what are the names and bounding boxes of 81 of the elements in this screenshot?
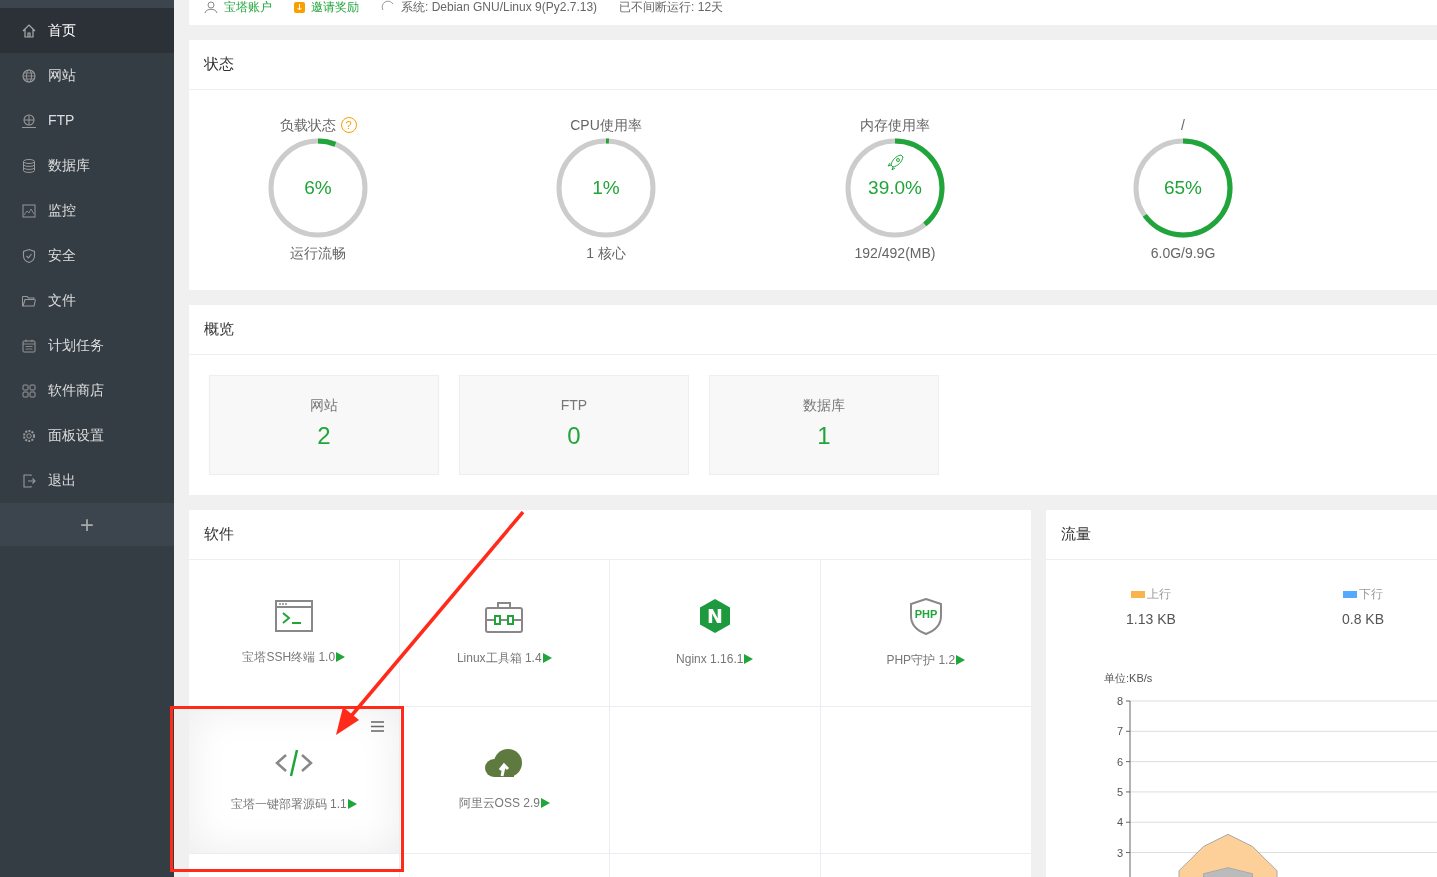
card-title: 状态	[204, 54, 234, 75]
legend-label: 下行	[1359, 586, 1383, 603]
code-icon	[273, 747, 314, 779]
play-icon	[336, 652, 346, 662]
sidebar-item[interactable]: 计划任务	[0, 323, 174, 368]
uptime-text: 已不间断运行: 12天	[619, 0, 724, 14]
sidebar-item[interactable]: FTP	[0, 98, 174, 143]
gauge-label: CPU使用率	[570, 115, 642, 135]
play-icon	[540, 798, 550, 808]
terminal-icon	[274, 600, 313, 632]
tick-label: 7	[1116, 725, 1123, 738]
gauge-detail: 运行流畅	[290, 244, 346, 263]
sidebar-item[interactable]: 软件商店	[0, 368, 174, 413]
tick-label: 8	[1116, 695, 1123, 707]
grid-cell[interactable]: PHP PHP守护 1.2	[820, 560, 1031, 707]
sidebar-item[interactable]: 退出	[0, 458, 174, 503]
software-link[interactable]: 宝塔一键部署源码 1.1	[230, 795, 357, 813]
system-info: 系统: Debian GNU/Linux 9(Py2.7.13)	[401, 0, 598, 14]
traffic-value: 0.8 KB	[1341, 610, 1384, 629]
gauge-label: 内存使用率	[860, 115, 930, 135]
traffic-value: 1.13 KB	[1126, 610, 1176, 629]
software-link[interactable]: Nginx 1.16.1	[676, 650, 754, 668]
tick-label: 3	[1116, 846, 1123, 859]
sidebar-item[interactable]: 安全	[0, 233, 174, 278]
chart-icon	[21, 202, 37, 219]
grid-cell[interactable]: 阿里云OSS 2.9	[399, 707, 610, 854]
gauge-value: 1%	[592, 175, 620, 200]
toolbox-icon	[485, 599, 524, 633]
legend-label: 上行	[1146, 586, 1171, 603]
user-icon	[204, 0, 218, 14]
sidebar-item[interactable]: 监控	[0, 188, 174, 233]
menu-icon[interactable]	[370, 721, 384, 732]
home-icon	[21, 22, 37, 39]
hexagon-logo-icon: N	[697, 598, 732, 634]
gauge-detail: 1 核心	[586, 244, 626, 263]
sidebar-item[interactable]: 网站	[0, 53, 174, 98]
gauge-detail: 192/492(MB)	[854, 244, 936, 263]
exit-icon	[21, 472, 37, 489]
database-icon	[21, 157, 37, 174]
globe-icon	[21, 67, 37, 84]
sidebar-item[interactable]: 数据库	[0, 143, 174, 188]
settings-icon	[21, 427, 37, 444]
gauge-value: 39.0%	[868, 175, 922, 200]
grid-cell[interactable]: N Nginx 1.16.1	[610, 560, 821, 707]
add-button[interactable]: +	[0, 503, 174, 546]
play-icon	[347, 799, 357, 809]
shield-check-icon	[21, 247, 37, 264]
software-link[interactable]: 阿里云OSS 2.9	[458, 794, 550, 812]
sidebar-item[interactable]: 首页	[0, 8, 174, 53]
grid-cell[interactable]: 宝塔SSH终端 1.0	[189, 560, 400, 707]
overview-tile[interactable]: FTP 0	[459, 375, 689, 475]
network-globe-icon	[21, 112, 37, 129]
play-icon	[542, 652, 552, 663]
tick-label: 5	[1116, 785, 1123, 798]
overview-tile[interactable]: 数据库 1	[709, 375, 939, 475]
overview-tile[interactable]: 网站 2	[209, 375, 439, 475]
sidebar-item[interactable]: 面板设置	[0, 413, 174, 458]
shield-logo-icon: PHP	[908, 597, 943, 635]
software-link[interactable]: Linux工具箱 1.4	[456, 648, 552, 667]
card-title: 流量	[1061, 524, 1091, 545]
tick-label: 6	[1116, 755, 1123, 768]
cloud-upload-icon	[484, 748, 525, 778]
card-title: 软件	[204, 524, 234, 545]
software-link[interactable]: PHP守护 1.2	[886, 650, 966, 669]
tick-label: 4	[1116, 816, 1123, 829]
axis-title: 单位:KB/s	[1104, 672, 1153, 684]
gauge-value: 65%	[1164, 175, 1202, 200]
invite-link[interactable]: 邀请奖励	[294, 0, 359, 14]
play-icon	[744, 654, 754, 664]
gauge-label: 负载状态	[279, 115, 336, 135]
software-link[interactable]: 宝塔SSH终端 1.0	[242, 648, 346, 666]
grid-cell[interactable]: Linux工具箱 1.4	[399, 560, 610, 707]
grid-icon	[21, 382, 37, 399]
gauge-value: 6%	[304, 175, 332, 200]
play-icon	[956, 654, 966, 665]
sidebar-item[interactable]: 文件	[0, 278, 174, 323]
account-link[interactable]: 宝塔账户	[204, 0, 272, 14]
gauge-label: /	[1181, 115, 1185, 135]
card-title: 概览	[204, 319, 234, 340]
gauge-detail: 6.0G/9.9G	[1150, 244, 1216, 263]
calendar-icon	[21, 337, 37, 354]
